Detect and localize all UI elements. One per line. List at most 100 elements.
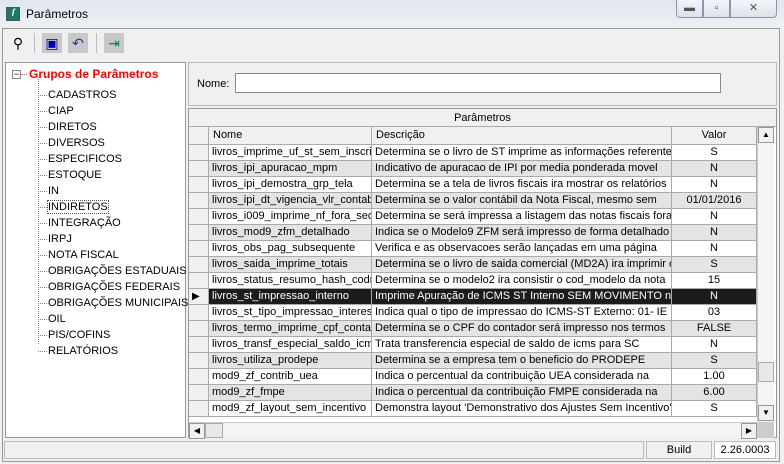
tree-item[interactable]: OBRIGAÇÕES FEDERAIS: [48, 281, 180, 293]
cell-nome[interactable]: mod9_zf_layout_sem_incentivo: [209, 401, 372, 417]
exit-door-icon[interactable]: ⇥: [104, 33, 124, 53]
row-indicator[interactable]: [189, 161, 209, 177]
cell-valor[interactable]: 15: [672, 273, 757, 289]
cell-valor[interactable]: N: [672, 161, 757, 177]
cell-descricao[interactable]: Determina se o livro de saida comercial …: [372, 257, 672, 273]
column-header-nome[interactable]: Nome: [209, 127, 372, 145]
table-row[interactable]: livros_transf_especial_saldo_icms Trata t…: [189, 337, 757, 353]
cell-descricao[interactable]: Determina se o valor contábil da Nota Fi…: [372, 193, 672, 209]
cell-descricao[interactable]: Determina se a tela de livros fiscais ir…: [372, 177, 672, 193]
cell-nome[interactable]: livros_obs_pag_subsequente: [209, 241, 372, 257]
cell-descricao[interactable]: Indicativo de apuracao de IPI por media …: [372, 161, 672, 177]
table-row[interactable]: livros_termo_imprime_cpf_contador Determi…: [189, 321, 757, 337]
table-row[interactable]: ▶ livros_st_impressao_interno Imprime Apur…: [189, 289, 757, 305]
tree-root[interactable]: Grupos de Parâmetros: [29, 67, 158, 81]
maximize-button[interactable]: ▫: [703, 0, 730, 18]
table-row[interactable]: livros_imprime_uf_st_sem_inscricao Determ…: [189, 145, 757, 161]
row-indicator[interactable]: [189, 337, 209, 353]
cell-nome[interactable]: livros_ipi_demostra_grp_tela: [209, 177, 372, 193]
table-row[interactable]: livros_saida_imprime_totais Determina se …: [189, 257, 757, 273]
tree-item[interactable]: DIRETOS: [48, 121, 97, 133]
tree-item[interactable]: PIS/COFINS: [48, 329, 110, 341]
row-indicator[interactable]: [189, 385, 209, 401]
cell-valor[interactable]: N: [672, 177, 757, 193]
cell-nome[interactable]: livros_ipi_dt_vigencia_vlr_contabil: [209, 193, 372, 209]
cell-valor[interactable]: N: [672, 209, 757, 225]
save-icon[interactable]: ▣: [42, 33, 62, 53]
cell-descricao[interactable]: Indica qual o tipo de impressao do ICMS-…: [372, 305, 672, 321]
tree-item[interactable]: CIAP: [48, 105, 74, 117]
tree-item[interactable]: ESPECIFICOS: [48, 153, 122, 165]
scroll-left-icon[interactable]: ◀: [189, 423, 205, 439]
cell-descricao[interactable]: Indica o percentual da contribuição FMPE…: [372, 385, 672, 401]
cell-valor[interactable]: N: [672, 225, 757, 241]
collapse-icon[interactable]: −: [12, 70, 21, 79]
tree-item[interactable]: OBRIGAÇÕES MUNICIPAIS: [48, 297, 188, 309]
scroll-right-icon[interactable]: ▶: [741, 423, 757, 439]
tree-item[interactable]: INTEGRAÇÃO: [48, 217, 121, 229]
table-row[interactable]: livros_mod9_zfm_detalhado Indica se o Mod…: [189, 225, 757, 241]
cell-nome[interactable]: livros_transf_especial_saldo_icms: [209, 337, 372, 353]
table-row[interactable]: livros_st_tipo_impressao_interestadualIn…: [189, 305, 757, 321]
cell-valor[interactable]: 6.00: [672, 385, 757, 401]
cell-valor[interactable]: FALSE: [672, 321, 757, 337]
tree-item[interactable]: OBRIGAÇÕES ESTADUAIS: [48, 265, 187, 277]
cell-nome[interactable]: livros_utiliza_prodepe: [209, 353, 372, 369]
table-row[interactable]: livros_ipi_dt_vigencia_vlr_contabil Deter…: [189, 193, 757, 209]
tree-item[interactable]: ESTOQUE: [48, 169, 102, 181]
hscroll-thumb[interactable]: [205, 423, 223, 438]
table-row[interactable]: livros_utiliza_prodepe Determina se a emp…: [189, 353, 757, 369]
tree-item[interactable]: RELATÓRIOS: [48, 345, 118, 357]
cell-nome[interactable]: mod9_zf_contrib_uea: [209, 369, 372, 385]
tree-item[interactable]: CADASTROS: [48, 89, 116, 101]
cell-nome[interactable]: livros_st_impressao_interno: [209, 289, 372, 305]
cell-descricao[interactable]: Demonstra layout 'Demonstrativo dos Ajus…: [372, 401, 672, 417]
row-indicator[interactable]: [189, 193, 209, 209]
table-row[interactable]: mod9_zf_fmpe Indica o percentual da contr…: [189, 385, 757, 401]
row-indicator[interactable]: [189, 225, 209, 241]
row-indicator[interactable]: [189, 305, 209, 321]
cell-descricao[interactable]: Imprime Apuração de ICMS ST Interno SEM …: [372, 289, 672, 305]
cell-valor[interactable]: 01/01/2016: [672, 193, 757, 209]
table-row[interactable]: livros_ipi_demostra_grp_tela Determina se…: [189, 177, 757, 193]
table-row[interactable]: livros_obs_pag_subsequente Verifica e as …: [189, 241, 757, 257]
row-indicator[interactable]: [189, 241, 209, 257]
cell-descricao[interactable]: Indica se o Modelo9 ZFM será impresso de…: [372, 225, 672, 241]
table-row[interactable]: mod9_zf_contrib_uea Indica o percentual d…: [189, 369, 757, 385]
row-indicator[interactable]: [189, 209, 209, 225]
table-row[interactable]: livros_ipi_apuracao_mpm Indicativo de apu…: [189, 161, 757, 177]
vertical-scrollbar[interactable]: ▲ ▼: [757, 127, 774, 422]
cell-nome[interactable]: livros_mod9_zfm_detalhado: [209, 225, 372, 241]
cell-nome[interactable]: livros_termo_imprime_cpf_contador: [209, 321, 372, 337]
table-row[interactable]: livros_status_resumo_hash_codmodeloDeter…: [189, 273, 757, 289]
cell-nome[interactable]: livros_saida_imprime_totais: [209, 257, 372, 273]
cell-valor[interactable]: S: [672, 401, 757, 417]
cell-descricao[interactable]: Indica o percentual da contribuição UEA …: [372, 369, 672, 385]
cell-descricao[interactable]: Determina se será impressa a listagem da…: [372, 209, 672, 225]
row-indicator[interactable]: [189, 353, 209, 369]
row-indicator[interactable]: [189, 257, 209, 273]
cell-valor[interactable]: N: [672, 337, 757, 353]
cell-valor[interactable]: 03: [672, 305, 757, 321]
cell-valor[interactable]: S: [672, 353, 757, 369]
horizontal-scrollbar[interactable]: ◀ ▶: [189, 422, 757, 439]
cell-valor[interactable]: 1.00: [672, 369, 757, 385]
cell-nome[interactable]: livros_ipi_apuracao_mpm: [209, 161, 372, 177]
table-row[interactable]: mod9_zf_layout_sem_incentivo Demonstra la…: [189, 401, 757, 417]
scroll-thumb[interactable]: [758, 362, 774, 382]
column-header-descricao[interactable]: Descrição: [372, 127, 672, 145]
cell-nome[interactable]: livros_st_tipo_impressao_interestadual: [209, 305, 372, 321]
cell-nome[interactable]: mod9_zf_fmpe: [209, 385, 372, 401]
cell-descricao[interactable]: Determina se o modelo2 ira consistir o c…: [372, 273, 672, 289]
cell-valor[interactable]: N: [672, 289, 757, 305]
row-indicator[interactable]: [189, 177, 209, 193]
row-indicator[interactable]: [189, 145, 209, 161]
cell-descricao[interactable]: Determina se o CPF do contador será impr…: [372, 321, 672, 337]
cell-nome[interactable]: livros_i009_imprime_nf_fora_seq: [209, 209, 372, 225]
scroll-down-icon[interactable]: ▼: [758, 405, 774, 421]
table-row[interactable]: livros_i009_imprime_nf_fora_seq Determina…: [189, 209, 757, 225]
row-indicator[interactable]: ▶: [189, 289, 209, 305]
cell-descricao[interactable]: Trata transferencia especial de saldo de…: [372, 337, 672, 353]
cell-descricao[interactable]: Determina se o livro de ST imprime as in…: [372, 145, 672, 161]
cell-valor[interactable]: S: [672, 145, 757, 161]
